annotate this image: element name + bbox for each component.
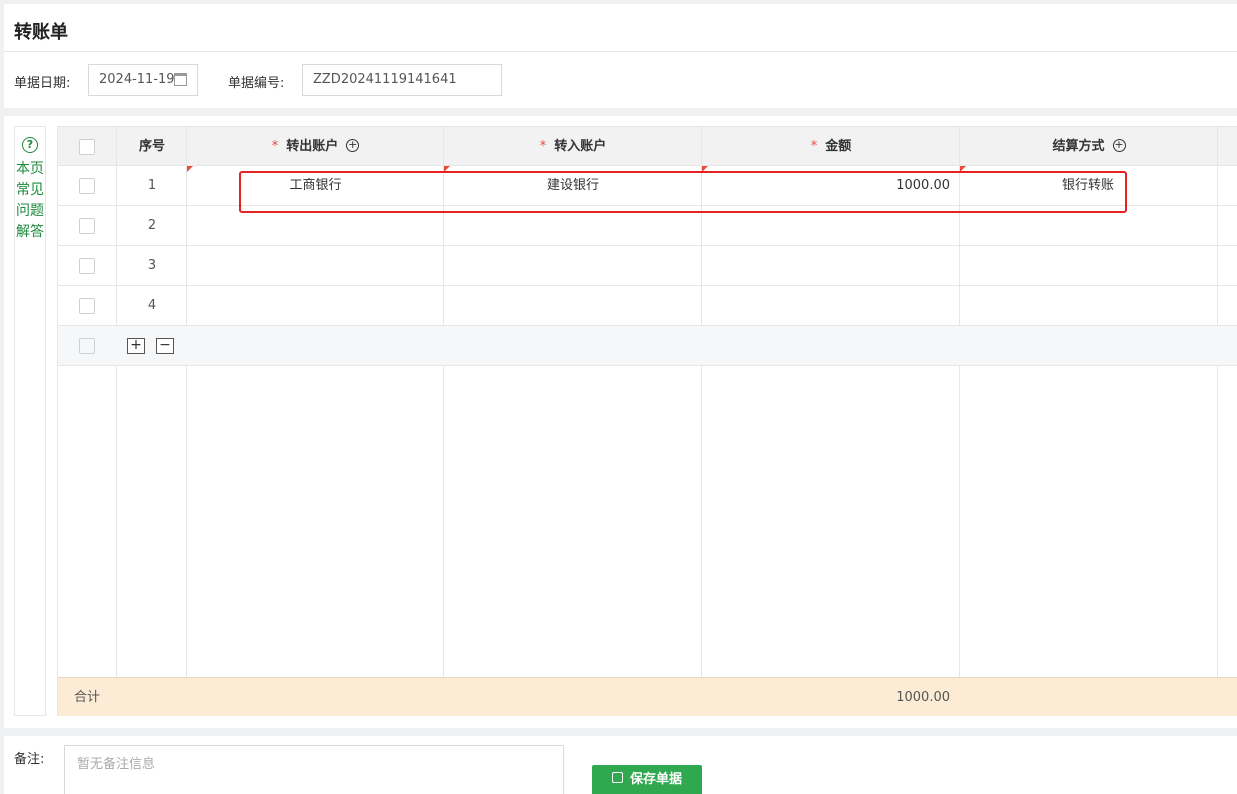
save-icon bbox=[611, 772, 623, 783]
row-checkbox[interactable] bbox=[79, 218, 95, 234]
table-row: 3 bbox=[58, 246, 1237, 286]
col-header-amount-label: 金额 bbox=[825, 139, 852, 154]
page-title: 转账单 bbox=[14, 22, 68, 43]
amount-cell[interactable] bbox=[702, 286, 960, 326]
method-cell[interactable] bbox=[960, 286, 1218, 326]
sum-row: 合计 1000.00 bbox=[58, 677, 1237, 716]
save-button-label: 保存单据 bbox=[629, 772, 682, 787]
date-label: 单据日期: bbox=[14, 76, 71, 91]
to-account-cell[interactable] bbox=[444, 286, 702, 326]
method-cell[interactable] bbox=[960, 246, 1218, 286]
code-value: ZZD20241119141641 bbox=[313, 72, 457, 87]
amount-cell[interactable] bbox=[702, 246, 960, 286]
row-checkbox[interactable] bbox=[79, 298, 95, 314]
question-circle-icon[interactable]: ? bbox=[22, 137, 38, 153]
col-header-to: * 转入账户 bbox=[444, 127, 702, 166]
sum-label: 合计 bbox=[73, 690, 100, 705]
grid-header: 序号 * 转出账户 + * 转入账户 * 金额 结算方式 + bbox=[58, 127, 1237, 166]
from-account-cell[interactable] bbox=[187, 286, 444, 326]
add-row-button[interactable]: + bbox=[127, 338, 145, 354]
col-header-to-label: 转入账户 bbox=[554, 139, 607, 154]
row-number: 4 bbox=[147, 298, 157, 313]
from-account-cell[interactable] bbox=[187, 246, 444, 286]
col-header-method[interactable]: 结算方式 + bbox=[960, 127, 1218, 166]
sum-amount: 1000.00 bbox=[896, 690, 950, 705]
faq-panel[interactable]: ? 本页常见问题解答 bbox=[14, 126, 46, 716]
add-circle-icon[interactable]: + bbox=[1112, 139, 1126, 152]
row-checkbox[interactable] bbox=[79, 178, 95, 194]
header-card: 转账单 单据日期: 2024-11-19 单据编号: ZZD2024111914… bbox=[4, 4, 1237, 108]
code-label: 单据编号: bbox=[228, 76, 285, 91]
add-circle-icon[interactable]: + bbox=[346, 139, 360, 152]
col-header-no: 序号 bbox=[138, 139, 165, 154]
col-header-method-label: 结算方式 bbox=[1052, 139, 1105, 154]
row-tools: + − bbox=[58, 326, 1237, 366]
row-checkbox[interactable] bbox=[79, 338, 95, 354]
required-mark: * bbox=[810, 139, 818, 154]
title-divider bbox=[4, 51, 1237, 52]
date-input[interactable]: 2024-11-19 bbox=[88, 64, 198, 96]
code-input[interactable]: ZZD20241119141641 bbox=[302, 64, 502, 96]
select-all-checkbox[interactable] bbox=[79, 139, 95, 155]
remark-textarea[interactable]: 暂无备注信息 bbox=[64, 745, 564, 794]
required-mark: * bbox=[539, 139, 547, 154]
table-row: 4 bbox=[58, 286, 1237, 326]
row-number: 1 bbox=[147, 178, 157, 193]
date-value: 2024-11-19 bbox=[99, 72, 175, 87]
col-header-from[interactable]: * 转出账户 + bbox=[187, 127, 444, 166]
transfer-grid: 序号 * 转出账户 + * 转入账户 * 金额 结算方式 + 1 工商银行 建设… bbox=[57, 126, 1237, 716]
remark-label: 备注: bbox=[14, 752, 45, 767]
row-checkbox[interactable] bbox=[79, 258, 95, 274]
save-button[interactable]: 保存单据 bbox=[592, 765, 702, 794]
footer-card: 备注: 暂无备注信息 保存单据 bbox=[4, 736, 1237, 794]
col-header-from-label: 转出账户 bbox=[286, 139, 339, 154]
to-account-cell[interactable] bbox=[444, 246, 702, 286]
calendar-icon[interactable] bbox=[174, 73, 187, 86]
required-mark: * bbox=[271, 139, 279, 154]
remove-row-button[interactable]: − bbox=[156, 338, 174, 354]
row-number: 3 bbox=[147, 258, 157, 273]
row-number: 2 bbox=[147, 218, 157, 233]
faq-link[interactable]: 本页常见问题解答 bbox=[15, 159, 45, 243]
col-header-amount: * 金额 bbox=[702, 127, 960, 166]
highlight-box bbox=[239, 171, 1127, 213]
